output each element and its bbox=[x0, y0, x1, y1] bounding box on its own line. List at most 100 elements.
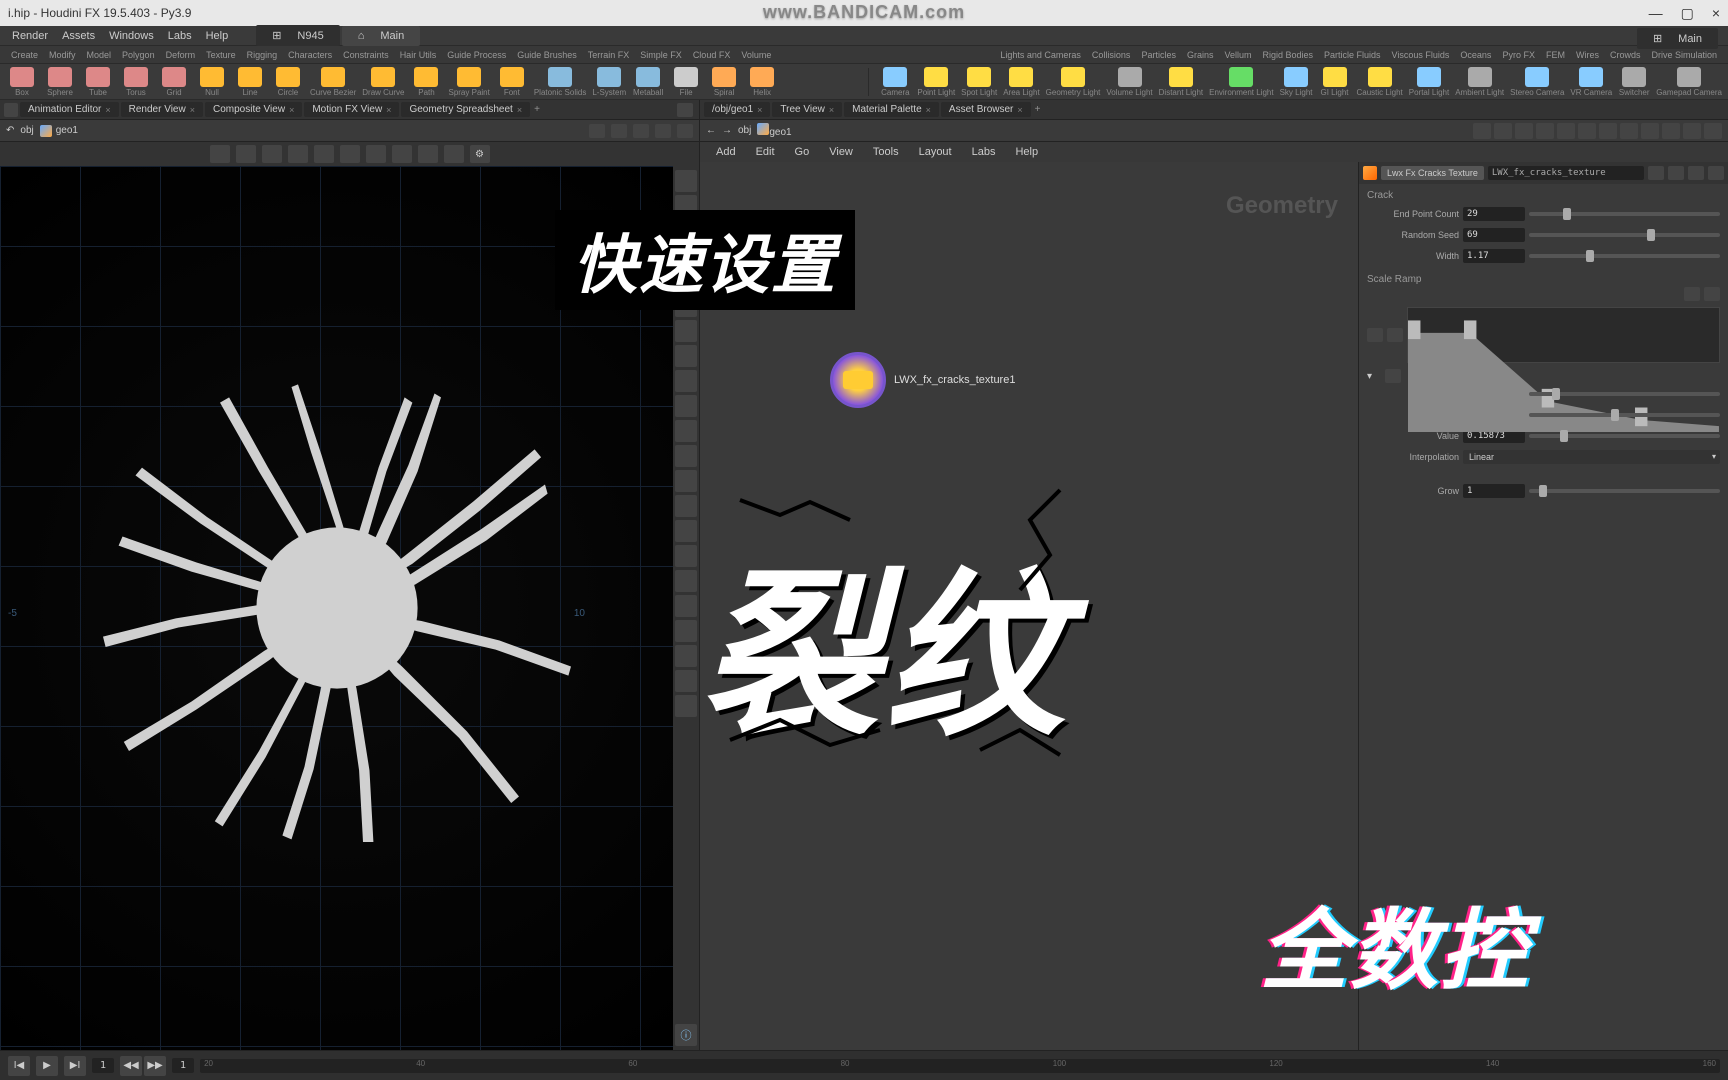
vp-side-tool-icon[interactable] bbox=[675, 270, 697, 292]
helix-icon[interactable]: Helix bbox=[746, 67, 778, 97]
environment-light-icon[interactable]: Environment Light bbox=[1209, 67, 1273, 97]
add-tab-icon[interactable]: + bbox=[534, 104, 540, 115]
pane-tab-animation-editor[interactable]: Animation Editor× bbox=[20, 102, 119, 117]
curve-bezier-icon[interactable]: Curve Bezier bbox=[310, 67, 356, 97]
step-fwd-button[interactable]: ▶▶ bbox=[144, 1056, 166, 1076]
random-seed-input[interactable]: 69 bbox=[1463, 228, 1525, 242]
vp-tool-icon[interactable] bbox=[444, 145, 464, 163]
shelf-tab[interactable]: Terrain FX bbox=[583, 49, 635, 61]
playback-last-button[interactable]: ▶I bbox=[64, 1056, 86, 1076]
shelf-tab[interactable]: Deform bbox=[161, 49, 201, 61]
metaball-icon[interactable]: Metaball bbox=[632, 67, 664, 97]
shelf-tab[interactable]: Modify bbox=[44, 49, 81, 61]
grid-icon[interactable]: Grid bbox=[158, 67, 190, 97]
net-menu-tools[interactable]: Tools bbox=[865, 144, 907, 160]
viewport[interactable]: -5 10 ⓘ bbox=[0, 166, 699, 1050]
net-menu-go[interactable]: Go bbox=[787, 144, 818, 160]
vp-opt-icon[interactable] bbox=[611, 124, 627, 138]
vp-side-tool-icon[interactable] bbox=[675, 345, 697, 367]
stereo-camera-icon[interactable]: Stereo Camera bbox=[1510, 67, 1564, 97]
shelf-tab[interactable]: Collisions bbox=[1087, 49, 1136, 61]
vp-opt-icon[interactable] bbox=[655, 124, 671, 138]
vp-side-tool-icon[interactable] bbox=[675, 395, 697, 417]
net-menu-add[interactable]: Add bbox=[708, 144, 744, 160]
net-toolbar-icon[interactable] bbox=[1473, 123, 1491, 139]
ramp-add-icon[interactable] bbox=[1684, 287, 1700, 301]
path-crumb-obj[interactable]: obj bbox=[738, 125, 751, 136]
shelf-tab[interactable]: Particles bbox=[1136, 49, 1181, 61]
geometry-light-icon[interactable]: Geometry Light bbox=[1046, 67, 1101, 97]
shelf-tab[interactable]: Texture bbox=[201, 49, 241, 61]
vp-side-tool-icon[interactable] bbox=[675, 220, 697, 242]
pane-tab-composite-view[interactable]: Composite View× bbox=[205, 102, 302, 117]
torus-icon[interactable]: Torus bbox=[120, 67, 152, 97]
net-toolbar-icon[interactable] bbox=[1620, 123, 1638, 139]
lsystem-icon[interactable]: L-System bbox=[592, 67, 626, 97]
vp-tool-icon[interactable] bbox=[392, 145, 412, 163]
vp-side-tool-icon[interactable] bbox=[675, 620, 697, 642]
shelf-tab[interactable]: Viscous Fluids bbox=[1387, 49, 1455, 61]
shelf-tab[interactable]: Guide Process bbox=[442, 49, 511, 61]
playback-first-button[interactable]: I◀ bbox=[8, 1056, 30, 1076]
shelf-tab[interactable]: Simple FX bbox=[635, 49, 687, 61]
shelf-tab[interactable]: Pyro FX bbox=[1497, 49, 1540, 61]
vp-tool-icon[interactable] bbox=[340, 145, 360, 163]
net-toolbar-icon[interactable] bbox=[1641, 123, 1659, 139]
net-menu-view[interactable]: View bbox=[821, 144, 861, 160]
vp-side-tool-icon[interactable] bbox=[675, 595, 697, 617]
timeline-track[interactable]: 20 40 60 80 100 120 140 160 bbox=[200, 1059, 1720, 1073]
net-menu-edit[interactable]: Edit bbox=[748, 144, 783, 160]
path-crumb-geo[interactable]: geo1 bbox=[40, 125, 78, 137]
portal-light-icon[interactable]: Portal Light bbox=[1409, 67, 1449, 97]
pane-tab-render-view[interactable]: Render View× bbox=[121, 102, 203, 117]
path-crumb-obj[interactable]: obj bbox=[20, 125, 33, 136]
vp-side-tool-icon[interactable] bbox=[675, 370, 697, 392]
ambient-light-icon[interactable]: Ambient Light bbox=[1455, 67, 1504, 97]
area-light-icon[interactable]: Area Light bbox=[1003, 67, 1039, 97]
box-icon[interactable]: Box bbox=[6, 67, 38, 97]
vp-tool-icon[interactable] bbox=[262, 145, 282, 163]
net-menu-layout[interactable]: Layout bbox=[911, 144, 960, 160]
shelf-tab[interactable]: Constraints bbox=[338, 49, 394, 61]
nav-fwd-icon[interactable]: → bbox=[722, 125, 732, 136]
null-icon[interactable]: Null bbox=[196, 67, 228, 97]
gi-light-icon[interactable]: GI Light bbox=[1319, 67, 1351, 97]
vp-opt-icon[interactable] bbox=[633, 124, 649, 138]
vp-opt-icon[interactable] bbox=[589, 124, 605, 138]
nav-back-icon[interactable]: ← bbox=[706, 125, 716, 136]
network-tab-path[interactable]: /obj/geo1× bbox=[704, 102, 770, 117]
width-slider[interactable] bbox=[1529, 254, 1720, 258]
font-icon[interactable]: Font bbox=[496, 67, 528, 97]
shelf-tab[interactable]: Oceans bbox=[1455, 49, 1496, 61]
add-tab-icon[interactable]: + bbox=[1035, 104, 1041, 115]
vp-side-tool-icon[interactable] bbox=[675, 545, 697, 567]
draw-curve-icon[interactable]: Draw Curve bbox=[362, 67, 404, 97]
spray-paint-icon[interactable]: Spray Paint bbox=[448, 67, 489, 97]
net-toolbar-icon[interactable] bbox=[1662, 123, 1680, 139]
vp-tool-icon[interactable] bbox=[210, 145, 230, 163]
minimize-button[interactable]: — bbox=[1649, 5, 1663, 22]
network-tab-tree[interactable]: Tree View× bbox=[772, 102, 842, 117]
shelf-tab[interactable]: Polygon bbox=[117, 49, 160, 61]
sphere-icon[interactable]: Sphere bbox=[44, 67, 76, 97]
ramp-reverse-icon[interactable] bbox=[1385, 369, 1401, 383]
end-point-count-input[interactable]: 29 bbox=[1463, 207, 1525, 221]
scale-ramp[interactable] bbox=[1407, 307, 1720, 363]
menu-assets[interactable]: Assets bbox=[56, 28, 101, 44]
point-no-slider[interactable] bbox=[1529, 392, 1720, 396]
shelf-tab[interactable]: Cloud FX bbox=[688, 49, 736, 61]
vp-tool-icon[interactable] bbox=[366, 145, 386, 163]
vp-side-tool-icon[interactable] bbox=[675, 520, 697, 542]
tube-icon[interactable]: Tube bbox=[82, 67, 114, 97]
random-seed-slider[interactable] bbox=[1529, 233, 1720, 237]
interpolation-select[interactable]: Linear bbox=[1463, 450, 1720, 464]
close-button[interactable]: × bbox=[1712, 5, 1720, 22]
net-toolbar-icon[interactable] bbox=[1683, 123, 1701, 139]
shelf-tab[interactable]: Grains bbox=[1182, 49, 1219, 61]
maximize-button[interactable]: ▢ bbox=[1681, 5, 1694, 22]
vp-info-icon[interactable]: ⓘ bbox=[675, 1024, 697, 1046]
shelf-tab[interactable]: Rigid Bodies bbox=[1257, 49, 1318, 61]
shelf-tab[interactable]: Vellum bbox=[1219, 49, 1256, 61]
timeline-current-field[interactable]: 1 bbox=[172, 1058, 194, 1073]
line-icon[interactable]: Line bbox=[234, 67, 266, 97]
